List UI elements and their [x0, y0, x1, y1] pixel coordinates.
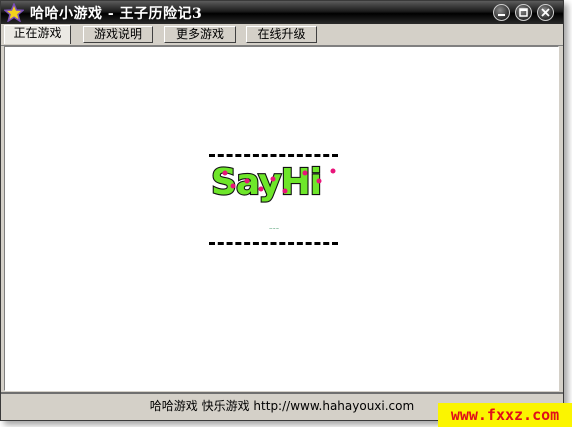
sayhi-logo: SayHi [210, 161, 336, 203]
maximize-icon [519, 8, 528, 17]
tab-more-games[interactable]: 更多游戏 [164, 26, 236, 43]
watermark-badge: www.fxxz.com [438, 403, 572, 427]
game-area[interactable]: SayHi ~~~ [4, 46, 559, 391]
top-dashed-divider [209, 154, 338, 157]
tab-instructions[interactable]: 游戏说明 [83, 26, 153, 43]
star-icon [3, 2, 25, 23]
window-title: 哈哈小游戏 - 王子历险记3 [30, 6, 203, 22]
maximize-button[interactable] [515, 4, 532, 21]
minimize-button[interactable] [493, 4, 510, 21]
close-button[interactable] [537, 4, 554, 21]
tab-playing[interactable]: 正在游戏 [4, 25, 71, 44]
app-window: 哈哈小游戏 - 王子历险记3 正在游戏 游戏说明 更多游戏 在线升级 SayHi [0, 0, 564, 421]
close-icon [541, 8, 550, 17]
minimize-icon [498, 14, 505, 16]
title-bar[interactable]: 哈哈小游戏 - 王子历险记3 [1, 1, 563, 24]
tab-bar: 正在游戏 游戏说明 更多游戏 在线升级 [1, 24, 563, 46]
tab-online-update[interactable]: 在线升级 [246, 26, 317, 43]
svg-text:SayHi: SayHi [211, 162, 321, 203]
bottom-dashed-divider [209, 242, 338, 245]
loading-indicator: ~~~ [269, 226, 280, 231]
status-text: 哈哈游戏 快乐游戏 http://www.hahayouxi.com [149, 399, 415, 413]
